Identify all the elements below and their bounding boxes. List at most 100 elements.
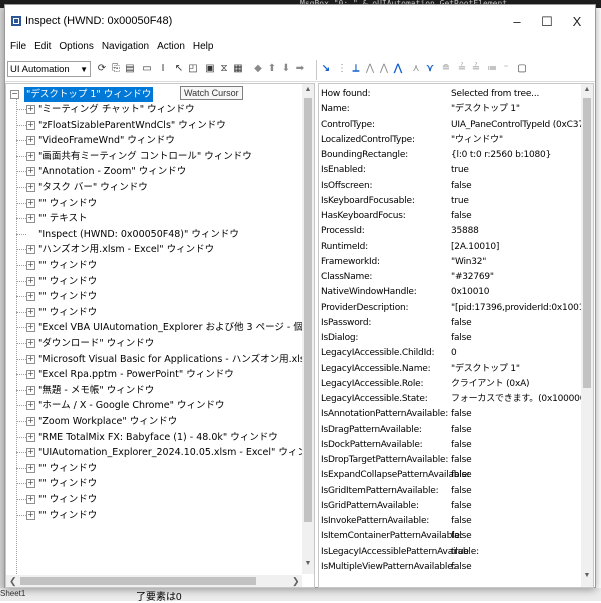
event-icon-10[interactable]: ≟	[469, 62, 483, 76]
tree-item-label[interactable]: "Excel VBA UIAutomation_Explorer および他 3 …	[38, 320, 314, 335]
expand-icon[interactable]: +	[26, 323, 35, 333]
tree-root-label[interactable]: "デスクトップ 1" ウィンドウ	[22, 86, 155, 103]
property-row[interactable]: IsPassword: false	[321, 316, 579, 331]
element-tree[interactable]: − "デスクトップ 1" ウィンドウ + "ミーティング チャット" ウィンドウ +…	[5, 83, 315, 588]
tree-item-label[interactable]: "VideoFrameWnd" ウィンドウ	[38, 133, 175, 148]
menu-edit[interactable]: Edit	[30, 39, 55, 55]
scroll-left-arrow[interactable]: ❮	[9, 575, 17, 587]
tree-item-label[interactable]: "Annotation - Zoom" ウィンドウ	[38, 164, 186, 179]
tree-horizontal-scrollbar[interactable]: ❮ ❯	[6, 575, 302, 587]
property-row[interactable]: RuntimeId: [2A.10010]	[321, 240, 579, 255]
event-icon-9[interactable]: ≟	[455, 62, 469, 76]
expand-icon[interactable]: +	[26, 167, 35, 177]
property-row[interactable]: IsOffscreen: false	[321, 179, 579, 194]
expand-icon[interactable]: +	[26, 214, 35, 224]
property-row[interactable]: IsAnnotationPatternAvailable: false	[321, 407, 579, 422]
property-row[interactable]: IsEnabled: true	[321, 163, 579, 178]
expand-icon[interactable]: +	[26, 276, 35, 286]
collapse-icon[interactable]: −	[10, 90, 19, 99]
properties-vertical-scrollbar[interactable]: ▲ ▼	[581, 84, 593, 587]
scroll-right-arrow[interactable]: ❯	[292, 575, 300, 587]
property-row[interactable]: LegacyIAccessible.ChildId: 0	[321, 346, 579, 361]
tree-item-label[interactable]: "" ウィンドウ	[38, 305, 97, 320]
menu-file[interactable]: File	[5, 39, 30, 55]
properties-pane[interactable]: How found: Selected from tree... Name: "デスク…	[318, 83, 594, 588]
scroll-down-arrow[interactable]: ▼	[302, 560, 314, 567]
tree-item-label[interactable]: "ハンズオン用.xlsm - Excel" ウィンドウ	[38, 242, 214, 257]
tree-item-label[interactable]: "画面共有ミーティング コントロール" ウィンドウ	[38, 149, 252, 164]
property-row[interactable]: LegacyIAccessible.Role: クライアント (0xA)	[321, 377, 579, 392]
expand-icon[interactable]: +	[26, 354, 35, 364]
menu-action[interactable]: Action	[153, 39, 189, 55]
event-icon-5[interactable]: ⋀	[391, 62, 405, 76]
expand-icon[interactable]: +	[26, 401, 35, 411]
grid-icon[interactable]: ▦	[231, 62, 245, 76]
property-row[interactable]: IsDragPatternAvailable: false	[321, 423, 579, 438]
menu-options[interactable]: Options	[55, 39, 97, 55]
tree-item-label[interactable]: "" ウィンドウ	[38, 461, 97, 476]
copy-icon[interactable]: ⎘	[109, 62, 123, 76]
property-row[interactable]: IsMultipleViewPatternAvailable: false	[321, 560, 579, 575]
property-row[interactable]: IsLegacyIAccessiblePatternAvailable: true	[321, 545, 579, 560]
tree-item-label[interactable]: "Excel Rpa.pptm - PowerPoint" ウィンドウ	[38, 367, 234, 382]
property-row[interactable]: Name: "デスクトップ 1"	[321, 102, 579, 117]
navigate-next-icon[interactable]: ➡	[293, 62, 307, 76]
expand-icon[interactable]: +	[26, 136, 35, 146]
refresh-icon[interactable]: ⟳	[95, 62, 109, 76]
event-icon-4[interactable]: ⋀	[377, 62, 391, 76]
tree-item-label[interactable]: "無題 - メモ帳" ウィンドウ	[38, 383, 154, 398]
property-row[interactable]: ClassName: "#32769"	[321, 270, 579, 285]
property-row[interactable]: IsExpandCollapsePatternAvailable: false	[321, 468, 579, 483]
property-row[interactable]: ControlType: UIA_PaneControlTypeId (0xC37…	[321, 118, 593, 133]
tree-item-label[interactable]: "UIAutomation_Explorer_2024.10.05.xlsm -…	[38, 445, 314, 460]
pointer-icon[interactable]: ↖	[172, 62, 186, 76]
event-icon-12[interactable]: ⁻	[499, 62, 513, 76]
property-row[interactable]: IsDialog: false	[321, 331, 579, 346]
expand-icon[interactable]: +	[26, 307, 35, 317]
expand-icon[interactable]: +	[26, 183, 35, 192]
mode-select[interactable]: UI Automation ▼	[7, 61, 91, 77]
property-row[interactable]: IsKeyboardFocusable: true	[321, 194, 579, 209]
clipboard-icon[interactable]: ▤	[123, 62, 137, 76]
expand-icon[interactable]: +	[26, 479, 35, 489]
title-bar[interactable]: Inspect (HWND: 0x00050F48) – ☐ X	[5, 5, 595, 35]
scroll-up-arrow[interactable]: ▲	[581, 86, 593, 93]
property-row[interactable]: IsGridItemPatternAvailable: false	[321, 484, 579, 499]
expand-icon[interactable]: +	[26, 510, 35, 520]
tree-item-label[interactable]: "" ウィンドウ	[38, 196, 97, 211]
property-row[interactable]: NativeWindowHandle: 0x10010	[321, 285, 579, 300]
expand-icon[interactable]: +	[26, 292, 35, 302]
settings-icon[interactable]: ▢	[515, 62, 529, 76]
navigate-down-icon[interactable]: ⬇	[279, 62, 293, 76]
text-cursor-icon[interactable]: I	[156, 62, 170, 76]
highlight-icon[interactable]: ▣	[203, 62, 217, 76]
expand-icon[interactable]: +	[26, 120, 35, 130]
navigate-child-icon[interactable]: ↘	[319, 62, 333, 76]
tree-item-label[interactable]: "ミーティング チャット" ウィンドウ	[38, 102, 195, 117]
event-icon-1[interactable]: ⋮	[335, 62, 349, 76]
maximize-button[interactable]: ☐	[533, 12, 561, 32]
watch-cursor-icon[interactable]: ◰	[186, 62, 200, 76]
tree-item-label[interactable]: "" ウィンドウ	[38, 508, 97, 523]
tree-item-label[interactable]: "" ウィンドウ	[38, 258, 97, 273]
scroll-thumb[interactable]	[304, 98, 312, 522]
scroll-thumb[interactable]	[583, 98, 591, 388]
event-icon-11[interactable]: ≔	[485, 62, 499, 76]
navigate-parent-icon[interactable]: ◆	[251, 62, 265, 76]
tree-item-label[interactable]: "" ウィンドウ	[38, 476, 97, 491]
property-row[interactable]: IsInvokePatternAvailable: false	[321, 514, 579, 529]
event-icon-3[interactable]: ⋀	[363, 62, 377, 76]
expand-icon[interactable]: +	[26, 245, 35, 255]
tree-item-label[interactable]: "Microsoft Visual Basic for Applications…	[38, 352, 314, 367]
expand-icon[interactable]: +	[26, 105, 35, 114]
expand-icon[interactable]: +	[26, 432, 35, 442]
property-row[interactable]: ProviderDescription: "[pid:17396,provider…	[321, 301, 593, 316]
scroll-thumb[interactable]	[20, 577, 256, 585]
property-row[interactable]: LegacyIAccessible.Name: "デスクトップ 1"	[321, 362, 579, 377]
tree-item-label[interactable]: "" テキスト	[38, 211, 87, 226]
property-row[interactable]: IsDockPatternAvailable: false	[321, 438, 579, 453]
tree-item-label[interactable]: "" ウィンドウ	[38, 274, 97, 289]
tree-vertical-scrollbar[interactable]: ▲ ▼	[302, 84, 314, 574]
property-row[interactable]: HasKeyboardFocus: false	[321, 209, 579, 224]
event-icon-8[interactable]: ≘	[439, 62, 453, 76]
